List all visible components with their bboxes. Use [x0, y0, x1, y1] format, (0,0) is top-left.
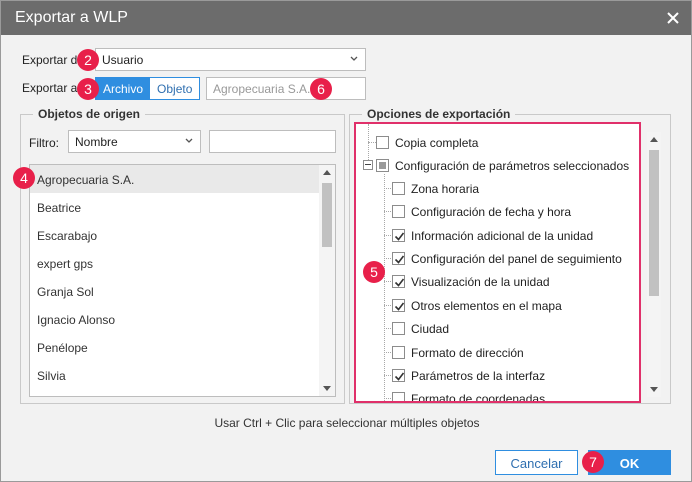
export-to-file-option[interactable]: Archivo — [96, 78, 151, 99]
option-label: Configuración de fecha y hora — [411, 205, 572, 219]
callout-badge: 6 — [310, 78, 332, 100]
checkbox-checked[interactable] — [392, 229, 405, 242]
option-label: Zona horaria — [411, 182, 480, 196]
scroll-down-icon[interactable] — [650, 387, 658, 392]
callout-badge: 5 — [363, 261, 385, 283]
chevron-down-icon — [350, 56, 358, 61]
list-item[interactable]: Beatrice — [30, 193, 335, 221]
source-objects-legend: Objetos de origen — [33, 107, 146, 121]
checkbox[interactable] — [392, 205, 405, 218]
checkbox-checked[interactable] — [392, 299, 405, 312]
callout-badge: 7 — [582, 451, 604, 473]
close-icon[interactable] — [665, 10, 681, 26]
filter-field-value: Nombre — [75, 135, 118, 149]
checkbox-checked[interactable] — [392, 369, 405, 382]
option-label: Visualización de la unidad — [411, 275, 550, 289]
scroll-thumb[interactable] — [322, 183, 332, 247]
filter-field-select[interactable]: Nombre — [68, 130, 201, 153]
dialog-title: Exportar a WLP — [15, 9, 128, 26]
list-item[interactable]: Penélope — [30, 333, 335, 361]
option-label: Parámetros de la interfaz — [411, 369, 546, 383]
checkbox[interactable] — [376, 136, 389, 149]
tree-guide-line — [368, 142, 376, 143]
option-label: Formato de coordenadas — [411, 392, 546, 403]
tree-guide-line — [384, 174, 385, 401]
checkbox[interactable] — [392, 346, 405, 359]
export-to-object-option[interactable]: Objeto — [150, 78, 199, 99]
checkbox[interactable] — [392, 322, 405, 335]
export-from-label: Exportar d — [22, 53, 78, 67]
export-wlp-dialog: Exportar a WLP Exportar d Usuario Export… — [0, 0, 692, 482]
export-to-toggle: Archivo Objeto — [95, 77, 201, 100]
scroll-thumb[interactable] — [649, 150, 659, 296]
option-label: Información adicional de la unidad — [411, 229, 594, 243]
chevron-down-icon — [185, 138, 193, 143]
target-object-placeholder: Agropecuaria S.A. — [213, 82, 311, 96]
callout-badge: 3 — [77, 78, 99, 100]
title-bar: Exportar a WLP — [1, 1, 691, 35]
checkbox[interactable] — [392, 182, 405, 195]
callout-badge: 4 — [13, 167, 35, 189]
checkbox-partial[interactable] — [376, 159, 389, 172]
list-item[interactable]: Silvia — [30, 361, 335, 389]
checkbox-checked[interactable] — [392, 252, 405, 265]
scroll-up-icon[interactable] — [323, 170, 331, 175]
list-item[interactable]: expert gps — [30, 249, 335, 277]
list-item[interactable]: Escarabajo — [30, 221, 335, 249]
option-label: Otros elementos en el mapa — [411, 299, 562, 313]
option-label: Formato de dirección — [411, 346, 524, 360]
source-objects-list: Agropecuaria S.A. Beatrice Escarabajo ex… — [29, 164, 336, 397]
export-from-value: Usuario — [102, 53, 144, 67]
export-options-legend: Opciones de exportación — [362, 107, 516, 121]
filter-label: Filtro: — [29, 136, 59, 150]
option-label: Copia completa — [395, 136, 479, 150]
list-item[interactable]: Ignacio Alonso — [30, 305, 335, 333]
export-from-select[interactable]: Usuario — [95, 48, 366, 71]
multi-select-hint: Usar Ctrl + Clic para seleccionar múltip… — [214, 416, 480, 430]
source-list-scrollbar[interactable] — [319, 165, 335, 396]
cancel-button[interactable]: Cancelar — [495, 450, 578, 475]
list-item[interactable]: Agropecuaria S.A. — [30, 165, 335, 193]
export-to-label: Exportar a — [22, 81, 78, 95]
scroll-up-icon[interactable] — [650, 137, 658, 142]
option-label: Configuración de parámetros seleccionado… — [395, 159, 630, 173]
option-label: Ciudad — [411, 322, 450, 336]
filter-text-input[interactable] — [209, 130, 336, 153]
checkbox[interactable] — [392, 392, 405, 401]
checkbox-checked[interactable] — [392, 275, 405, 288]
export-options-scrollbar[interactable] — [647, 132, 661, 397]
export-options-tree: Copia completa Configuración de parámetr… — [354, 122, 641, 403]
list-item[interactable]: Granja Sol — [30, 277, 335, 305]
collapse-toggle-icon[interactable] — [363, 160, 373, 170]
option-label: Configuración del panel de seguimiento — [411, 252, 622, 266]
scroll-down-icon[interactable] — [323, 386, 331, 391]
target-object-input[interactable]: Agropecuaria S.A. — [206, 77, 366, 100]
callout-badge: 2 — [77, 49, 99, 71]
